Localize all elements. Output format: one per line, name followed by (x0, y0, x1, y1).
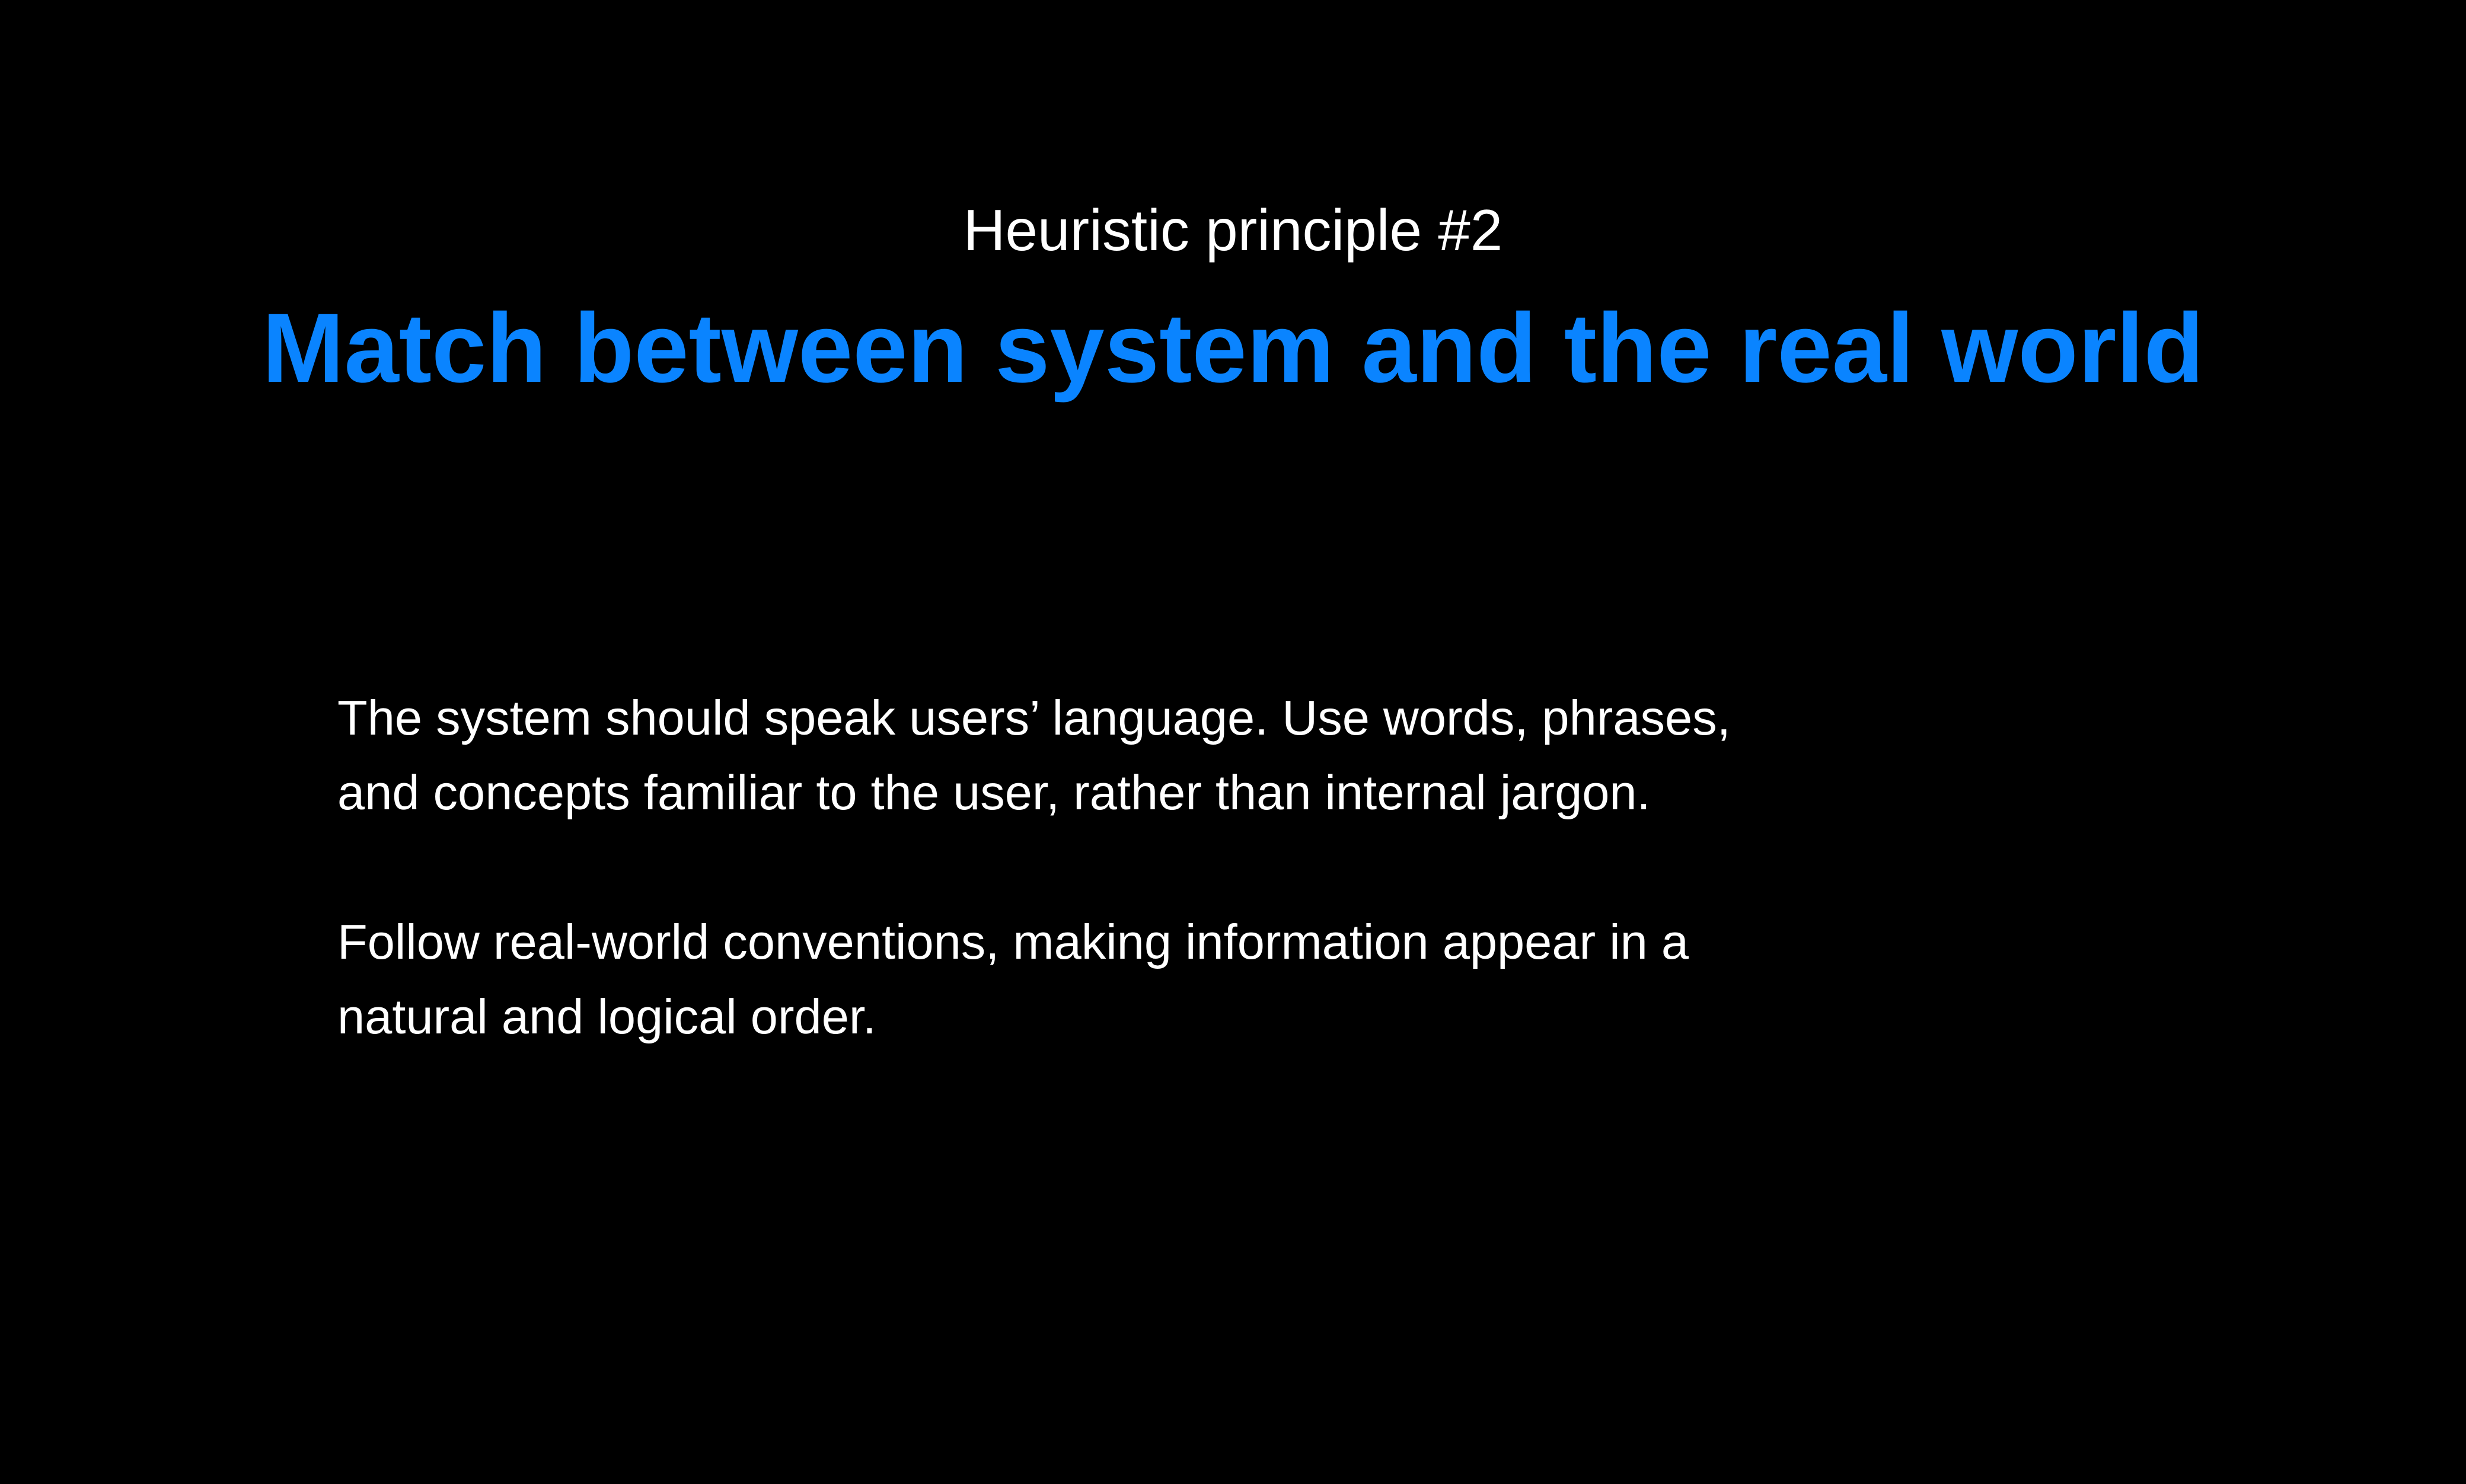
principle-title: Match between system and the real world (262, 293, 2204, 403)
slide: Heuristic principle #2 Match between sys… (0, 0, 2466, 1484)
description-paragraph: Follow real-world conventions, making in… (337, 914, 1689, 1044)
principle-label: Heuristic principle #2 (963, 197, 1503, 263)
principle-description: The system should speak users’ language.… (337, 681, 1790, 1054)
description-paragraph: The system should speak users’ language.… (337, 690, 1731, 820)
